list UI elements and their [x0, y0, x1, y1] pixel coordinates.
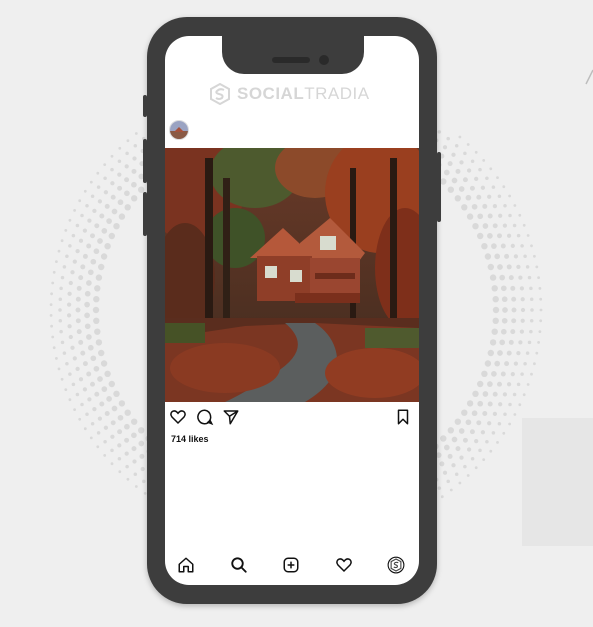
socialtradia-logo-icon	[210, 83, 230, 105]
comment-icon[interactable]	[196, 408, 214, 426]
phone-notch	[222, 34, 364, 74]
activity-heart-icon[interactable]	[335, 556, 353, 574]
background-panel	[522, 418, 593, 546]
watermark-brand-light: TRADIA	[304, 84, 370, 103]
phone-frame: SOCIALTRADIA 714 likes	[143, 17, 441, 604]
post-actions	[165, 408, 419, 428]
likes-count[interactable]: 714 likes	[171, 434, 209, 444]
search-icon[interactable]	[230, 556, 248, 574]
power-button	[437, 152, 441, 222]
send-icon[interactable]	[222, 408, 240, 426]
watermark-brand-bold: SOCIAL	[237, 84, 305, 103]
watermark-text: SOCIALTRADIA	[237, 84, 370, 104]
mute-switch	[143, 95, 147, 117]
socialtradia-watermark: SOCIALTRADIA	[209, 80, 375, 108]
phone-speaker	[272, 57, 310, 63]
profile-avatar[interactable]	[387, 556, 405, 574]
front-camera	[319, 55, 329, 65]
phone-screen: SOCIALTRADIA 714 likes	[165, 36, 419, 585]
add-post-icon[interactable]	[282, 556, 300, 574]
bookmark-icon[interactable]	[394, 408, 412, 426]
post-image[interactable]	[165, 148, 419, 402]
heart-icon[interactable]	[169, 408, 187, 426]
bottom-tab-bar	[165, 556, 419, 578]
home-icon[interactable]	[177, 556, 195, 574]
post-author-avatar[interactable]	[169, 120, 189, 140]
volume-down-button	[143, 192, 147, 236]
volume-up-button	[143, 139, 147, 183]
